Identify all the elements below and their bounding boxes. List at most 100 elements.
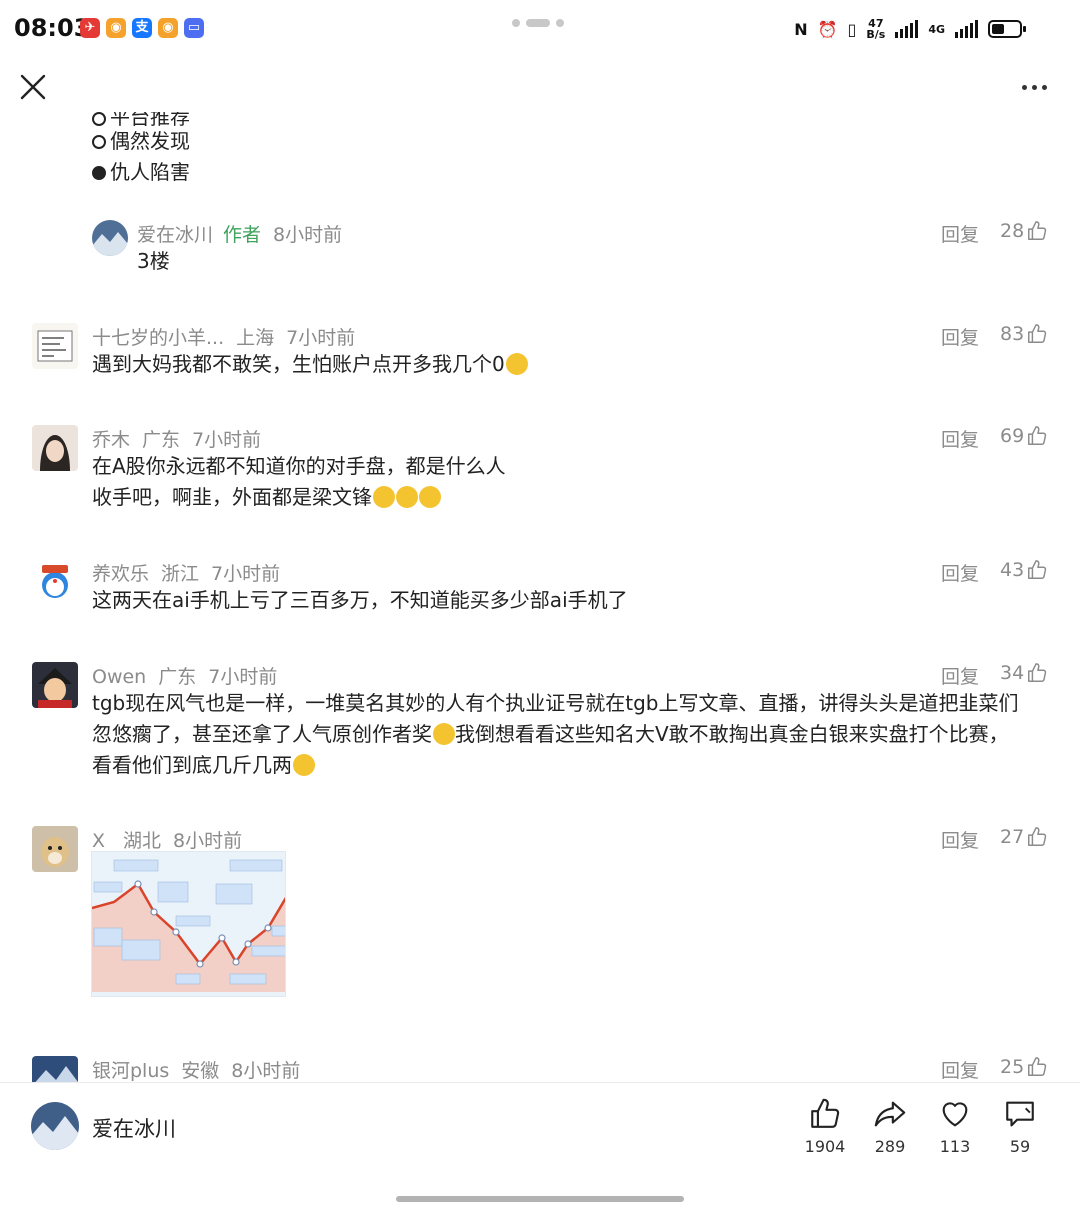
- author-avatar[interactable]: [31, 1102, 79, 1150]
- battery-icon: [988, 20, 1026, 38]
- comment-meta: 十七岁的小羊... 上海 7小时前: [92, 323, 355, 350]
- like-count: 43: [1000, 559, 1025, 581]
- net-speed: 47 B/s: [866, 18, 885, 40]
- close-icon[interactable]: [18, 72, 48, 102]
- thumbs-up-icon: [1028, 221, 1047, 240]
- commenter-name[interactable]: 银河plus: [92, 1060, 169, 1082]
- favorite-button[interactable]: 113: [925, 1097, 985, 1156]
- comment-time: 7小时前: [208, 666, 278, 688]
- share-icon: [874, 1101, 906, 1127]
- thumbs-up-icon: [1028, 324, 1047, 343]
- home-indicator[interactable]: [396, 1196, 684, 1202]
- like-count: 69: [1000, 425, 1025, 447]
- relieved-emoji-icon: [433, 723, 455, 745]
- crying-emoji-icon: [396, 486, 418, 508]
- reply-button[interactable]: 回复: [941, 425, 979, 452]
- thumbs-up-icon: [1028, 426, 1047, 445]
- thumbs-up-icon: [1028, 827, 1047, 846]
- reply-button[interactable]: 回复: [941, 662, 979, 689]
- crying-emoji-icon: [419, 486, 441, 508]
- comment-meta: 乔木 广东 7小时前: [92, 425, 261, 452]
- like-button[interactable]: 43: [1000, 559, 1048, 581]
- avatar[interactable]: [92, 220, 128, 256]
- comment-button[interactable]: 59: [990, 1097, 1050, 1156]
- status-time: 08:03: [14, 14, 91, 42]
- comment-text: tgb现在风气也是一样，一堆莫名其妙的人有个执业证号就在tgb上写文章、直播，讲…: [92, 691, 1019, 777]
- like-count: 28: [1000, 220, 1025, 242]
- thumbs-up-icon: [1028, 1057, 1047, 1076]
- avatar[interactable]: [32, 662, 78, 708]
- like-count: 25: [1000, 1056, 1025, 1078]
- comment-time: 7小时前: [211, 563, 281, 585]
- comment-image[interactable]: [91, 851, 286, 997]
- weibo-icon: ◉: [158, 18, 178, 38]
- like-button[interactable]: 83: [1000, 323, 1048, 345]
- comment-meta: Owen 广东 7小时前: [92, 662, 277, 689]
- red-app-icon: ✈: [80, 18, 100, 38]
- avatar[interactable]: [32, 1056, 78, 1082]
- commenter-name[interactable]: Owen: [92, 666, 146, 688]
- reply-button[interactable]: 回复: [941, 1056, 979, 1082]
- multitask-handle[interactable]: [512, 19, 564, 27]
- like-button[interactable]: 69: [1000, 425, 1048, 447]
- like-count: 1904: [804, 1137, 846, 1156]
- poll-options: 平台推荐 偶然发现 仇人陷害: [92, 112, 190, 188]
- comment-text: 在A股你永远都不知道你的对手盘，都是什么人 收手吧，啊韭，外面都是梁文锋: [92, 454, 506, 509]
- thumbs-up-icon: [1028, 560, 1047, 579]
- eye-roll-emoji-icon: [293, 754, 315, 776]
- comment-location: 浙江: [161, 563, 200, 585]
- avatar[interactable]: [32, 425, 78, 471]
- comment-text: 3楼: [137, 249, 170, 273]
- avatar[interactable]: [32, 826, 78, 872]
- comment-time: 8小时前: [173, 830, 243, 852]
- comment-time: 8小时前: [231, 1060, 301, 1082]
- message-icon: ▭: [184, 18, 204, 38]
- share-button[interactable]: 289: [860, 1097, 920, 1156]
- commenter-name[interactable]: 爱在冰川: [137, 224, 213, 246]
- comment-time: 7小时前: [286, 327, 356, 349]
- comment-list[interactable]: 平台推荐 偶然发现 仇人陷害 爱在冰川 作者 8小时前 回复 28 3楼 十七岁的小…: [0, 112, 1080, 1082]
- like-count: 27: [1000, 826, 1025, 848]
- like-button[interactable]: 28: [1000, 220, 1048, 242]
- crying-emoji-icon: [505, 353, 528, 375]
- author-name[interactable]: 爱在冰川: [92, 1113, 176, 1143]
- commenter-name[interactable]: 乔木: [92, 429, 130, 451]
- like-button[interactable]: 34: [1000, 662, 1048, 684]
- reply-button[interactable]: 回复: [941, 559, 979, 586]
- commenter-name[interactable]: 养欢乐: [92, 563, 149, 585]
- nfc-icon: N: [794, 19, 808, 39]
- commenter-name[interactable]: X: [92, 830, 105, 852]
- cell-signal-icon: [955, 20, 978, 38]
- like-button[interactable]: 27: [1000, 826, 1048, 848]
- comment-text: 这两天在ai手机上亏了三百多万，不知道能买多少部ai手机了: [92, 588, 628, 612]
- avatar[interactable]: [32, 559, 78, 605]
- comment-time: 8小时前: [273, 224, 343, 246]
- like-button[interactable]: 25: [1000, 1056, 1048, 1078]
- net-speed-unit: B/s: [866, 28, 886, 41]
- author-badge: 作者: [223, 224, 262, 246]
- reply-button[interactable]: 回复: [941, 220, 979, 247]
- like-post-button[interactable]: 1904: [795, 1097, 855, 1156]
- comment-meta: X 湖北 8小时前: [92, 826, 242, 853]
- share-count: 289: [874, 1137, 906, 1156]
- weibo-icon: ◉: [106, 18, 126, 38]
- crying-emoji-icon: [373, 486, 395, 508]
- status-bar: 08:03 ✈ ◉ 支 ◉ ▭ N ⏰ ▯ 47 B/s 4G: [0, 0, 1080, 60]
- avatar[interactable]: [32, 323, 78, 369]
- reply-button[interactable]: 回复: [941, 826, 979, 853]
- like-count: 34: [1000, 662, 1025, 684]
- wifi-signal-icon: [895, 20, 919, 38]
- like-count: 83: [1000, 323, 1025, 345]
- more-options-icon[interactable]: [1022, 72, 1054, 102]
- commenter-name[interactable]: 十七岁的小羊...: [92, 327, 224, 349]
- alipay-icon: 支: [132, 18, 152, 38]
- reply-button[interactable]: 回复: [941, 323, 979, 350]
- thumbs-up-icon: [1028, 663, 1047, 682]
- thumbs-up-icon: [811, 1098, 840, 1128]
- poll-option: 仇人陷害: [92, 157, 190, 188]
- comment-location: 安徽: [181, 1060, 220, 1082]
- comment-count: 59: [1009, 1137, 1031, 1156]
- comment-icon: [1006, 1101, 1034, 1127]
- network-type: 4G: [928, 22, 945, 36]
- poll-option: 平台推荐: [92, 112, 190, 126]
